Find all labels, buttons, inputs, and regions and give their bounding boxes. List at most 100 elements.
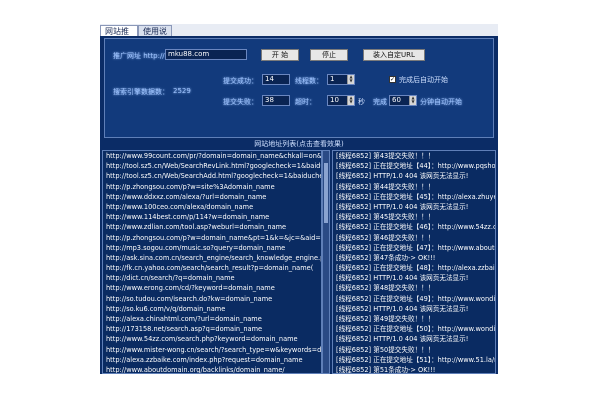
url-list-item[interactable]: http://www.100ceo.com/alexa/domain_name bbox=[103, 202, 321, 212]
log-line: [线程6852] HTTP/1.0 404 该网页无法显示! bbox=[333, 304, 495, 314]
log-thread-id: [线程6852] bbox=[336, 345, 372, 354]
url-list-item[interactable]: http://tool.sz5.cn/Web/SearchAdd.html?go… bbox=[103, 171, 321, 181]
settings-panel: 推广网址 http:// mku88.com 开 始 停止 装入自定URL 提交… bbox=[104, 38, 494, 138]
threads-label: 线程数： bbox=[295, 77, 323, 85]
log-message: 正在提交地址【50】：http://www.wondi.cn/cn_ bbox=[373, 325, 495, 334]
stop-button[interactable]: 停止 bbox=[310, 49, 348, 61]
log-line: [线程6852] 第46提交失败！！！ bbox=[333, 233, 495, 243]
log-line: [线程6852] HTTP/1.0 404 该网页无法显示! bbox=[333, 202, 495, 212]
log-message: 第47条成功-> OK!!! bbox=[373, 253, 436, 262]
url-list-item[interactable]: http://www.99count.com/pr/?domain=domain… bbox=[103, 151, 321, 161]
url-list-item[interactable]: http://www.54zz.com/search.php?keyword=d… bbox=[103, 334, 321, 344]
log-line: [线程6852] 第43提交失败！！！ bbox=[333, 151, 495, 161]
log-thread-id: [线程6852] bbox=[336, 152, 372, 160]
log-thread-id: [线程6852] bbox=[336, 274, 372, 283]
url-list-item[interactable]: http://www.zdlian.com/tool.asp?weburl=do… bbox=[103, 222, 321, 232]
log-line: [线程6852] 第51条成功-> OK!!! bbox=[333, 365, 495, 374]
url-list-item[interactable]: http://dict.cn/search/?q=domain_name bbox=[103, 273, 321, 283]
log-thread-id: [线程6852] bbox=[336, 335, 372, 344]
log-message: 第46提交失败！！！ bbox=[373, 233, 435, 242]
log-thread-id: [线程6852] bbox=[336, 192, 372, 201]
log-thread-id: [线程6852] bbox=[336, 294, 372, 303]
log-line: [线程6852] 正在提交地址【45】：http://alexa.zhuye12… bbox=[333, 192, 495, 202]
complete-suffix: 分钟自动开始 bbox=[420, 98, 462, 106]
auto-restart-label: 完成后自动开始 bbox=[399, 76, 448, 84]
url-list-item[interactable]: http://tool.sz5.cn/Web/SearchRevLink.htm… bbox=[103, 161, 321, 171]
complete-minutes-value: 60 bbox=[392, 96, 401, 104]
complete-minutes-stepper[interactable]: 60 ▲ ▼ bbox=[389, 95, 417, 106]
url-input[interactable]: mku88.com bbox=[165, 49, 247, 60]
log-message: 第50提交失败！！！ bbox=[373, 345, 435, 354]
url-list-item[interactable]: http://alexa.zzbaike.com/index.php?reque… bbox=[103, 355, 321, 365]
log-line: [线程6852] 第47条成功-> OK!!! bbox=[333, 253, 495, 263]
spin-arrows-icon[interactable]: ▲ ▼ bbox=[409, 96, 416, 105]
url-label: 推广网址 http:// bbox=[113, 52, 165, 60]
log-line: [线程6852] 第44提交失败！！！ bbox=[333, 182, 495, 192]
url-list-item[interactable]: http://www.erong.com/cd/?keyword=domain_… bbox=[103, 283, 321, 293]
log-line: [线程6852] 正在提交地址【50】：http://www.wondi.cn/… bbox=[333, 324, 495, 334]
tab-instructions[interactable]: 使用说明 bbox=[138, 25, 172, 47]
start-button[interactable]: 开 始 bbox=[261, 49, 299, 61]
url-list-scrollbar[interactable] bbox=[322, 150, 330, 374]
threads-value: 1 bbox=[330, 75, 335, 83]
url-list-item[interactable]: http://173158.net/search.asp?q=domain_na… bbox=[103, 324, 321, 334]
timeout-stepper[interactable]: 10 ▲ ▼ bbox=[327, 95, 355, 106]
url-list-item[interactable]: http://so.tudou.com/isearch.do?kw=domain… bbox=[103, 294, 321, 304]
log-line: [线程6852] 第50提交失败！！！ bbox=[333, 345, 495, 355]
log-line: [线程6852] 正在提交地址【44】：http://www.pqshow.co… bbox=[333, 161, 495, 171]
records-label: 搜索引擎数据数： bbox=[113, 88, 169, 96]
success-label: 提交成功： bbox=[223, 77, 258, 85]
success-count-field: 14 bbox=[262, 74, 290, 85]
import-url-button[interactable]: 装入自定URL bbox=[363, 49, 425, 61]
log-thread-id: [线程6852] bbox=[336, 365, 372, 374]
log-message: 正在提交地址【46】：http://www.54zz.com/sear bbox=[373, 223, 495, 232]
log-thread-id: [线程6852] bbox=[336, 213, 372, 222]
log-message: HTTP/1.0 404 该网页无法显示! bbox=[373, 172, 469, 181]
log-thread-id: [线程6852] bbox=[336, 355, 372, 364]
log-line: [线程6852] 第48提交失败！！！ bbox=[333, 283, 495, 293]
log-line: [线程6852] 正在提交地址【49】：http://www.wondi.cn/… bbox=[333, 294, 495, 304]
log-thread-id: [线程6852] bbox=[336, 253, 372, 262]
log-line: [线程6852] 正在提交地址【47】：http://www.aboutdoma… bbox=[333, 243, 495, 253]
url-list-item[interactable]: http://mp3.sogou.com/music.so?query=doma… bbox=[103, 243, 321, 253]
url-list-item[interactable]: http://p.zhongsou.com/p?w=domain_name&pt… bbox=[103, 233, 321, 243]
log-line: [线程6852] 第45提交失败！！！ bbox=[333, 212, 495, 222]
url-list-item[interactable]: http://ask.sina.com.cn/search_engine/sea… bbox=[103, 253, 321, 263]
url-list-item[interactable]: http://www.114best.com/p/114?w=domain_na… bbox=[103, 212, 321, 222]
log-thread-id: [线程6852] bbox=[336, 325, 372, 334]
url-list-item[interactable]: http://www.aboutdomain.org/backlinks/dom… bbox=[103, 365, 321, 373]
scrollbar-thumb[interactable] bbox=[324, 163, 328, 223]
log-message: 第43提交失败！！！ bbox=[373, 152, 435, 160]
log-thread-id: [线程6852] bbox=[336, 233, 372, 242]
timeout-value: 10 bbox=[330, 96, 339, 104]
spin-arrows-icon[interactable]: ▲ ▼ bbox=[347, 75, 354, 84]
log-thread-id: [线程6852] bbox=[336, 304, 372, 313]
log-message: 第48提交失败！！！ bbox=[373, 284, 435, 293]
log-thread-id: [线程6852] bbox=[336, 284, 372, 293]
auto-restart-checkbox[interactable]: ✓ bbox=[389, 76, 396, 83]
threads-stepper[interactable]: 1 ▲ ▼ bbox=[327, 74, 355, 85]
log-line: [线程6852] HTTP/1.0 404 该网页无法显示! bbox=[333, 171, 495, 181]
complete-label: 完成 bbox=[373, 98, 387, 106]
log-message: HTTP/1.0 404 该网页无法显示! bbox=[373, 274, 469, 283]
url-list-item[interactable]: http://www.mister-wong.cn/search/?search… bbox=[103, 345, 321, 355]
url-list[interactable]: http://www.99count.com/pr/?domain=domain… bbox=[102, 150, 322, 374]
app-window: 网站推广 使用说明 推广网址 http:// mku88.com 开 始 停止 … bbox=[100, 24, 498, 374]
log-message: 第45提交失败！！！ bbox=[373, 213, 435, 222]
log-line: [线程6852] HTTP/1.0 404 该网页无法显示! bbox=[333, 334, 495, 344]
tab-site-promotion[interactable]: 网站推广 bbox=[100, 25, 138, 47]
url-list-item[interactable]: http://alexa.chinahtml.com/?url=domain_n… bbox=[103, 314, 321, 324]
url-list-item[interactable]: http://so.ku6.com/v/q/domain_name bbox=[103, 304, 321, 314]
log-thread-id: [线程6852] bbox=[336, 243, 372, 252]
log-line: [线程6852] HTTP/1.0 404 该网页无法显示! bbox=[333, 273, 495, 283]
log-list[interactable]: [线程6852] 第43提交失败！！！ [线程6852] 正在提交地址【44】：h… bbox=[332, 150, 496, 374]
log-line: [线程6852] 正在提交地址【48】：http://alexa.zzbaike… bbox=[333, 263, 495, 273]
log-message: 第51条成功-> OK!!! bbox=[373, 365, 436, 374]
url-list-item[interactable]: http://fk.cn.yahoo.com/search/search_res… bbox=[103, 263, 321, 273]
url-list-item[interactable]: http://p.zhongsou.com/p?w=site%3Adomain_… bbox=[103, 182, 321, 192]
url-list-item[interactable]: http://www.ddxxz.com/alexa/?url=domain_n… bbox=[103, 192, 321, 202]
timeout-unit: 秒 bbox=[358, 98, 365, 106]
log-thread-id: [线程6852] bbox=[336, 162, 372, 171]
log-message: HTTP/1.0 404 该网页无法显示! bbox=[373, 202, 469, 211]
spin-arrows-icon[interactable]: ▲ ▼ bbox=[347, 96, 354, 105]
